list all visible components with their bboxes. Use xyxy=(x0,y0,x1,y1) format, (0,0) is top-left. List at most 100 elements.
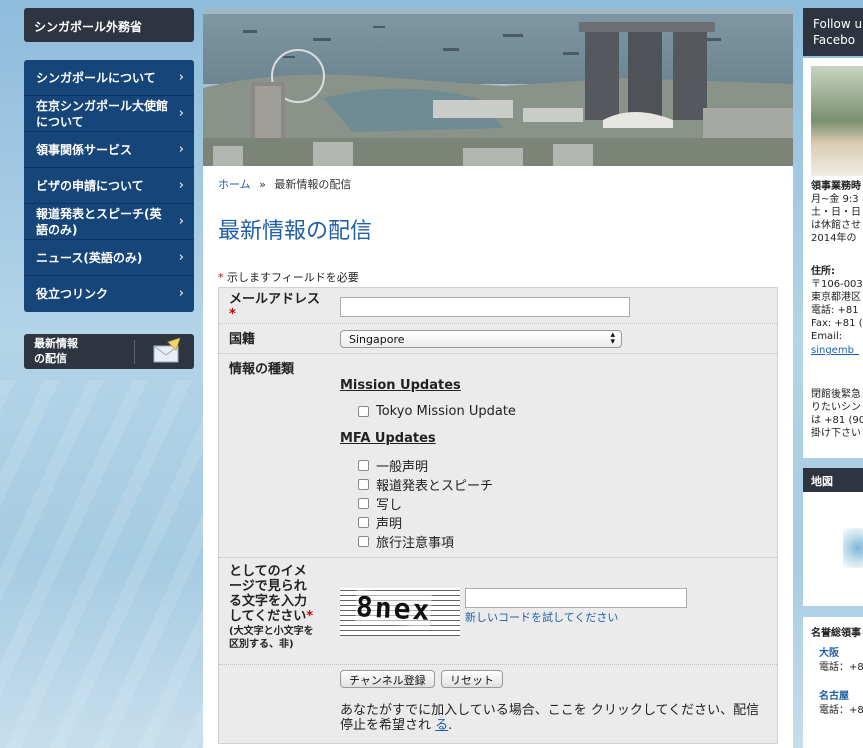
nav-item-about-embassy[interactable]: 在京シンガポール大使館について › xyxy=(24,96,194,132)
captcha-label-text: としてのイメージで見られる文字を入力してください xyxy=(229,564,308,624)
info-line: 〒106-003 xyxy=(811,279,863,290)
background-decoration xyxy=(0,380,210,748)
honorary-title: 名誉総領事 xyxy=(811,628,861,639)
honorary-city-osaka[interactable]: 大阪 xyxy=(819,647,839,661)
facebook-line-1: Follow u xyxy=(813,17,863,31)
checkbox-transcripts[interactable]: 写し xyxy=(358,494,402,513)
nav-label: 報道発表とスピーチ(英語のみ) xyxy=(36,206,162,237)
nationality-label: 国籍 xyxy=(229,332,256,347)
email-row: メールアドレス* xyxy=(219,288,777,324)
info-line: 住所: xyxy=(811,266,835,277)
checkbox-press-speech[interactable]: 報道発表とスピーチ xyxy=(358,475,493,494)
nationality-value: Singapore xyxy=(349,333,405,346)
honorary-tel-osaka: 電話：+8 xyxy=(819,662,863,673)
checkbox[interactable] xyxy=(358,406,369,417)
checkbox-label: 旅行注意事項 xyxy=(376,536,455,551)
required-star: * xyxy=(218,271,224,284)
map-box[interactable]: 地図 xyxy=(803,468,863,606)
facebook-follow-box[interactable]: Follow u Facebo xyxy=(803,8,863,56)
hero-banner-image xyxy=(203,8,793,166)
chevron-right-icon: › xyxy=(178,213,184,229)
checkbox-statements[interactable]: 声明 xyxy=(358,513,402,532)
chevron-right-icon: › xyxy=(178,105,184,121)
promo-divider xyxy=(134,340,135,364)
honorary-consul-box: 名誉総領事 大阪 電話：+8 名古屋 電話：+8 xyxy=(803,617,863,748)
map-image[interactable] xyxy=(843,528,863,568)
chevron-right-icon: › xyxy=(178,69,184,85)
honorary-city-nagoya[interactable]: 名古屋 xyxy=(819,690,849,704)
nav-item-visa[interactable]: ビザの申請について › xyxy=(24,168,194,204)
nav-item-consular[interactable]: 領事関係サービス › xyxy=(24,132,194,168)
nationality-select[interactable]: Singapore ▴ ▾ xyxy=(340,330,622,348)
checkbox[interactable] xyxy=(358,498,369,509)
required-star: * xyxy=(306,609,314,624)
captcha-hint: (大文字と小文字を区別する、非) xyxy=(229,626,314,650)
nav-item-about-singapore[interactable]: シンガポールについて › xyxy=(24,60,194,96)
info-line: 2014年の xyxy=(811,233,857,244)
email-link[interactable]: singemb_ xyxy=(811,344,859,357)
checkbox-label: 一般声明 xyxy=(376,460,429,475)
breadcrumb: ホーム » 最新情報の配信 xyxy=(218,176,351,192)
info-type-row: 情報の種類 Mission Updates Tokyo Mission Upda… xyxy=(219,354,777,558)
checkbox-travel-advisory[interactable]: 旅行注意事項 xyxy=(358,532,454,551)
email-label-text: メールアドレス xyxy=(229,292,321,307)
breadcrumb-home-link[interactable]: ホーム xyxy=(218,178,251,191)
captcha-row: としてのイメージで見られる文字を入力してください* (大文字と小文字を区別する、非… xyxy=(219,558,777,665)
info-line: 月~金 9:3 xyxy=(811,194,859,205)
nav-item-press[interactable]: 報道発表とスピーチ(英語のみ) › xyxy=(24,204,194,240)
mfa-updates-heading: MFA Updates xyxy=(340,431,436,446)
email-input[interactable] xyxy=(340,297,630,317)
info-line: 土・日・日 xyxy=(811,207,861,218)
embassy-info-card: 領事業務時 月~金 9:3 土・日・日 は休館させ 2014年の 住所: 〒10… xyxy=(803,58,863,458)
reset-button[interactable]: リセット xyxy=(441,670,503,688)
nav-label: ニュース(英語のみ) xyxy=(36,250,143,265)
required-note: * 示しますフィールドを必要 xyxy=(218,269,359,285)
facebook-line-2: Facebo xyxy=(813,33,856,47)
checkbox-label: 報道発表とスピーチ xyxy=(376,479,494,494)
captcha-input[interactable] xyxy=(465,588,687,608)
nav-label: ビザの申請について xyxy=(36,178,144,193)
checkbox[interactable] xyxy=(358,517,369,528)
unsubscribe-note-text: あなたがすでに加入している場合、ここを クリックしてください、配信停止を希望され xyxy=(340,703,760,733)
email-label: メールアドレス* xyxy=(229,292,324,322)
info-line: 領事業務時 xyxy=(811,181,861,192)
info-line: 掛け下さい xyxy=(811,428,861,439)
info-line: は休館させ xyxy=(811,220,861,231)
unsubscribe-link[interactable]: る xyxy=(435,718,448,733)
checkbox-label: 写し xyxy=(376,498,403,513)
info-line: 東京都港区 xyxy=(811,292,861,303)
nav-label: 領事関係サービス xyxy=(36,142,133,157)
nav-label: シンガポールについて xyxy=(36,70,156,85)
nav-item-news[interactable]: ニュース(英語のみ) › xyxy=(24,240,194,276)
main-content: ホーム » 最新情報の配信 最新情報の配信 * 示しますフィールドを必要 メール… xyxy=(203,8,793,748)
info-line: りたいシン xyxy=(811,402,861,413)
select-arrows-icon: ▴ ▾ xyxy=(610,330,615,347)
chevron-right-icon: › xyxy=(178,141,184,157)
envelope-icon xyxy=(153,338,181,363)
checkbox[interactable] xyxy=(358,536,369,547)
info-line: は +81 (90 xyxy=(811,415,863,426)
subscribe-button[interactable]: チャンネル登録 xyxy=(340,670,435,688)
honorary-tel-nagoya: 電話：+8 xyxy=(819,705,863,716)
info-line: 閉館後緊急 xyxy=(811,389,861,400)
checkbox[interactable] xyxy=(358,460,369,471)
captcha-label: としてのイメージで見られる文字を入力してください* (大文字と小文字を区別する、非… xyxy=(229,564,317,651)
nav-item-links[interactable]: 役立つリンク › xyxy=(24,276,194,312)
checkbox-general-statement[interactable]: 一般声明 xyxy=(358,456,428,475)
nav-label: 在京シンガポール大使館について xyxy=(36,98,169,129)
info-type-label: 情報の種類 xyxy=(229,362,295,377)
new-code-link[interactable]: 新しいコードを試してください xyxy=(465,609,618,625)
sidebar-nav: シンガポールについて › 在京シンガポール大使館について › 領事関係サービス › ビ… xyxy=(24,60,194,312)
nav-label: 役立つリンク xyxy=(36,287,109,301)
info-line: Fax: +81 ( xyxy=(811,318,863,329)
chevron-right-icon: › xyxy=(178,177,184,193)
mission-updates-heading: Mission Updates xyxy=(340,378,461,393)
subscribe-promo[interactable]: 最新情報 の配信 xyxy=(24,334,194,369)
site-title[interactable]: シンガポール外務省 xyxy=(24,8,194,42)
actions-row: チャンネル登録 リセット あなたがすでに加入している場合、ここを クリックしてく… xyxy=(219,665,777,743)
checkbox-tokyo-mission-update[interactable]: Tokyo Mission Update xyxy=(358,404,516,419)
checkbox[interactable] xyxy=(358,479,369,490)
captcha-image: 8nex xyxy=(340,588,460,636)
breadcrumb-separator: » xyxy=(259,178,266,191)
checkbox-label: 声明 xyxy=(376,517,403,532)
